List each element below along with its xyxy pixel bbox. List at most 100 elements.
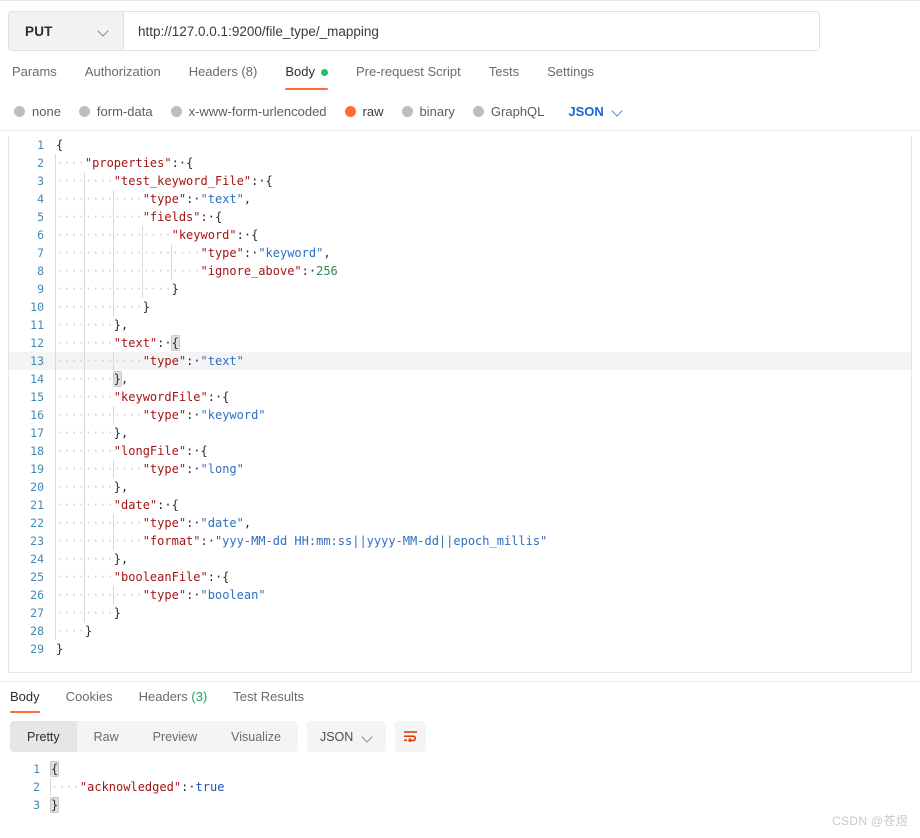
- code-line-content: ········"test_keyword_File":·{: [55, 172, 911, 190]
- response-tab-count: (3): [188, 689, 208, 704]
- response-view-mode-pretty[interactable]: Pretty: [10, 721, 77, 752]
- indent-whitespace: ····: [56, 156, 85, 170]
- request-tab-label: Body: [285, 62, 315, 82]
- code-line: 1{: [8, 760, 912, 778]
- indent-guide: [55, 406, 56, 424]
- body-type-form-data[interactable]: form-data: [79, 104, 153, 119]
- indent-whitespace: ····: [51, 780, 80, 794]
- request-tab-pre-request-script[interactable]: Pre-request Script: [342, 62, 475, 82]
- code-token: :·: [186, 192, 200, 206]
- line-number: 1: [9, 136, 55, 154]
- radio-unselected-icon: [14, 106, 25, 117]
- indent-guide: [171, 244, 172, 262]
- indent-guide: [84, 586, 85, 604]
- request-body-format-select[interactable]: JSON: [568, 104, 622, 119]
- line-number: 3: [8, 796, 50, 814]
- indent-guide: [55, 190, 56, 208]
- code-token: :·: [181, 780, 195, 794]
- code-token: }: [114, 606, 121, 620]
- http-method-select[interactable]: PUT: [9, 12, 124, 50]
- request-url-input[interactable]: http://127.0.0.1:9200/file_type/_mapping: [124, 12, 819, 50]
- indent-whitespace: ············: [56, 588, 143, 602]
- indent-guide: [84, 568, 85, 586]
- indent-whitespace: ············: [56, 408, 143, 422]
- code-line: 23············"format":·"yyy-MM-dd HH:mm…: [9, 532, 911, 550]
- request-tab-tests[interactable]: Tests: [475, 62, 533, 82]
- response-tab-cookies[interactable]: Cookies: [53, 687, 126, 707]
- indent-guide: [113, 226, 114, 244]
- indent-guide: [113, 532, 114, 550]
- chevron-down-icon: [363, 732, 373, 742]
- indent-guide: [55, 586, 56, 604]
- code-token: }: [114, 552, 121, 566]
- request-tab-settings[interactable]: Settings: [533, 62, 608, 82]
- indent-guide: [142, 244, 143, 262]
- code-token: :·: [157, 336, 171, 350]
- code-token: "keyword": [258, 246, 323, 260]
- response-view-mode-preview[interactable]: Preview: [136, 721, 214, 752]
- indent-whitespace: ····: [56, 624, 85, 638]
- code-line-content: ········"date":·{: [55, 496, 911, 514]
- code-token: {: [215, 210, 222, 224]
- response-tab-headers[interactable]: Headers (3): [126, 687, 221, 707]
- line-number: 5: [9, 208, 55, 226]
- body-type-raw[interactable]: raw: [345, 104, 384, 119]
- response-view-mode-raw[interactable]: Raw: [77, 721, 136, 752]
- request-tab-params[interactable]: Params: [12, 62, 71, 82]
- indent-whitespace: ········: [56, 336, 114, 350]
- indent-whitespace: ················: [56, 282, 172, 296]
- indent-guide: [84, 496, 85, 514]
- code-token: "type": [143, 516, 186, 530]
- request-tab-headers-8[interactable]: Headers (8): [175, 62, 272, 82]
- line-number: 12: [9, 334, 55, 352]
- word-wrap-button[interactable]: [395, 721, 426, 752]
- code-token: "acknowledged": [80, 780, 181, 794]
- code-line: 3········"test_keyword_File":·{: [9, 172, 911, 190]
- indent-guide: [113, 352, 114, 370]
- indent-guide: [55, 568, 56, 586]
- code-token: :·: [186, 354, 200, 368]
- radio-unselected-icon: [79, 106, 90, 117]
- code-token: {: [51, 762, 58, 776]
- code-token: :·: [208, 390, 222, 404]
- code-token: }: [85, 624, 92, 638]
- body-type-none[interactable]: none: [14, 104, 61, 119]
- response-view-mode-visualize[interactable]: Visualize: [214, 721, 298, 752]
- code-line-content: ········"text":·{: [55, 334, 911, 352]
- request-body-code[interactable]: 1{2····"properties":·{3········"test_key…: [9, 136, 911, 658]
- body-type-graphql[interactable]: GraphQL: [473, 104, 544, 119]
- code-token: "type": [143, 354, 186, 368]
- line-number: 4: [9, 190, 55, 208]
- code-line-content: ················"keyword":·{: [55, 226, 911, 244]
- indent-guide: [55, 352, 56, 370]
- indent-guide: [55, 316, 56, 334]
- indent-guide: [84, 442, 85, 460]
- code-line-content: ············"format":·"yyy-MM-dd HH:mm:s…: [55, 532, 911, 550]
- line-number: 10: [9, 298, 55, 316]
- radio-unselected-icon: [473, 106, 484, 117]
- editor-top-divider: [0, 130, 920, 131]
- body-type-label: form-data: [97, 104, 153, 119]
- request-tab-authorization[interactable]: Authorization: [71, 62, 175, 82]
- body-type-binary[interactable]: binary: [402, 104, 455, 119]
- radio-unselected-icon: [402, 106, 413, 117]
- request-body-editor[interactable]: 1{2····"properties":·{3········"test_key…: [8, 136, 912, 673]
- body-type-x-www-form-urlencoded[interactable]: x-www-form-urlencoded: [171, 104, 327, 119]
- code-line: 20········},: [9, 478, 911, 496]
- response-tab-body[interactable]: Body: [10, 687, 53, 707]
- code-token: "yyy-MM-dd HH:mm:ss||yyyy-MM-dd||epoch_m…: [215, 534, 547, 548]
- request-tab-body[interactable]: Body: [271, 62, 342, 82]
- indent-guide: [84, 406, 85, 424]
- response-body-viewer[interactable]: 1{2····"acknowledged":·true3}: [8, 760, 912, 822]
- code-line-content: ············"fields":·{: [55, 208, 911, 226]
- code-line-content: ············}: [55, 298, 911, 316]
- indent-whitespace: ············: [56, 210, 143, 224]
- indent-guide: [55, 226, 56, 244]
- code-line-content: ········},: [55, 478, 911, 496]
- indent-guide: [142, 280, 143, 298]
- response-tab-test-results[interactable]: Test Results: [220, 687, 317, 707]
- indent-guide: [113, 298, 114, 316]
- code-token: {: [172, 336, 179, 350]
- code-line: 27········}: [9, 604, 911, 622]
- response-format-select[interactable]: JSON: [307, 721, 386, 752]
